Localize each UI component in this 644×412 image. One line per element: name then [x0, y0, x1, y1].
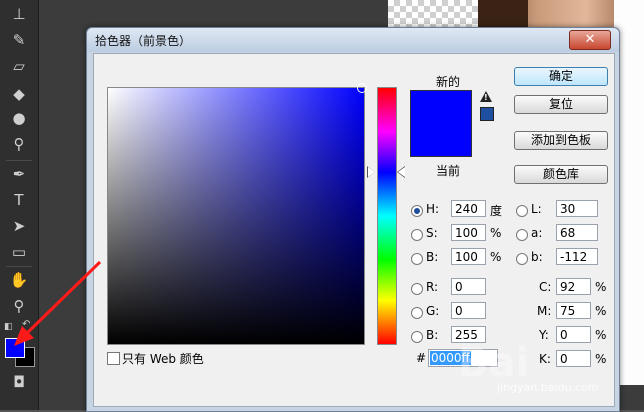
tools-panel: ⊥ ✎ ▱ ◆ ● ⚲ ✒ T ➤ ▭ ✋ ⚲ ◧ ↶ ◘	[0, 0, 39, 410]
add-to-swatches-button[interactable]: 添加到色板	[514, 131, 608, 150]
brightness-input[interactable]: 100	[451, 248, 486, 265]
hue-slider[interactable]	[377, 87, 397, 345]
path-select-icon[interactable]: ➤	[9, 216, 29, 236]
radio-L[interactable]	[516, 205, 528, 217]
new-color-label: 新的	[435, 75, 460, 89]
dialog-title: 拾色器（前景色）	[95, 34, 192, 48]
dialog-title-bar[interactable]: 拾色器（前景色） ✕	[87, 28, 619, 52]
watermark-text: jingyan.baidu.com	[497, 381, 599, 394]
new-color-swatch	[410, 90, 472, 124]
hue-input[interactable]: 240	[451, 200, 486, 217]
reset-button[interactable]: 复位	[514, 95, 608, 114]
label-R: R:	[426, 280, 439, 294]
label-a: a:	[531, 226, 543, 240]
label-S: S:	[426, 226, 438, 240]
eraser-icon[interactable]: ▱	[9, 56, 29, 76]
label-K: K:	[539, 352, 551, 366]
rectangle-icon[interactable]: ▭	[9, 242, 29, 262]
color-libraries-button[interactable]: 颜色库	[514, 165, 608, 184]
radio-R[interactable]	[411, 283, 423, 295]
radio-S[interactable]	[411, 229, 423, 241]
blur-icon[interactable]: ●	[9, 108, 29, 128]
current-color-label: 当前	[435, 164, 460, 178]
color-field-marker[interactable]	[357, 83, 367, 93]
red-input[interactable]: 0	[451, 278, 486, 295]
radio-Blue[interactable]	[411, 331, 423, 343]
unit-percent: %	[490, 250, 502, 264]
label-Blue: B:	[426, 328, 439, 342]
history-brush-icon[interactable]: ✎	[9, 30, 29, 50]
label-L: L:	[531, 202, 542, 216]
web-colors-label: 只有 Web 颜色	[122, 352, 204, 366]
unit-degree: 度	[490, 204, 503, 218]
tool-separator	[6, 160, 32, 161]
unit-percent: %	[595, 328, 607, 342]
default-colors-icon[interactable]: ◧	[4, 322, 14, 332]
transparency-checkerboard	[388, 0, 478, 30]
unit-percent: %	[595, 280, 607, 294]
magenta-input[interactable]: 75	[556, 302, 591, 319]
radio-G[interactable]	[411, 307, 423, 319]
dialog-content: 新的 当前 ! 确定 复位 添加到色板 颜色库 H: 240 度 S: 100 …	[93, 53, 615, 407]
unit-percent: %	[490, 226, 502, 240]
label-M: M:	[537, 304, 552, 318]
lightness-input[interactable]: 30	[556, 200, 598, 217]
gamut-correction-swatch[interactable]	[480, 107, 494, 121]
radio-B[interactable]	[411, 253, 423, 265]
hue-slider-handle-right[interactable]	[398, 167, 405, 177]
ok-button[interactable]: 确定	[514, 67, 608, 86]
label-Y: Y:	[539, 328, 549, 342]
dodge-icon[interactable]: ⚲	[9, 134, 29, 154]
unit-percent: %	[595, 352, 607, 366]
saturation-input[interactable]: 100	[451, 224, 486, 241]
paint-bucket-icon[interactable]: ◆	[9, 84, 29, 104]
unit-percent: %	[595, 304, 607, 318]
b-channel-input[interactable]: -112	[556, 248, 598, 265]
hex-label: #	[416, 351, 427, 365]
close-button[interactable]: ✕	[569, 30, 611, 50]
label-H: H:	[426, 202, 440, 216]
foreground-color-swatch[interactable]	[5, 338, 25, 358]
radio-a[interactable]	[516, 229, 528, 241]
quick-mask-icon[interactable]: ◘	[9, 372, 29, 392]
color-field[interactable]	[107, 87, 365, 345]
hand-icon[interactable]: ✋	[9, 270, 29, 290]
web-colors-checkbox[interactable]	[107, 352, 120, 365]
swap-colors-icon[interactable]: ↶	[22, 320, 32, 330]
green-input[interactable]: 0	[451, 302, 486, 319]
label-G: G:	[426, 304, 440, 318]
tool-separator	[6, 266, 32, 267]
radio-b[interactable]	[516, 253, 528, 265]
yellow-input[interactable]: 0	[556, 326, 591, 343]
label-C: C:	[539, 280, 552, 294]
stamp-icon[interactable]: ⊥	[9, 4, 29, 24]
baidu-watermark-logo: Bai	[458, 340, 530, 386]
type-icon[interactable]: T	[9, 190, 29, 210]
label-b: b:	[531, 250, 543, 264]
a-channel-input[interactable]: 68	[556, 224, 598, 241]
current-color-swatch[interactable]	[410, 123, 472, 157]
label-B: B:	[426, 250, 439, 264]
radio-H[interactable]	[411, 205, 423, 217]
hue-slider-handle-left[interactable]	[368, 167, 375, 177]
pen-icon[interactable]: ✒	[9, 164, 29, 184]
warning-mark-glyph: !	[484, 93, 488, 102]
color-picker-dialog: 拾色器（前景色） ✕ 新的 当前 ! 确定 复位 添加到色板 颜色库 H: 24…	[86, 27, 620, 412]
zoom-icon[interactable]: ⚲	[9, 296, 29, 316]
black-input[interactable]: 0	[556, 350, 591, 367]
cyan-input[interactable]: 92	[556, 278, 591, 295]
